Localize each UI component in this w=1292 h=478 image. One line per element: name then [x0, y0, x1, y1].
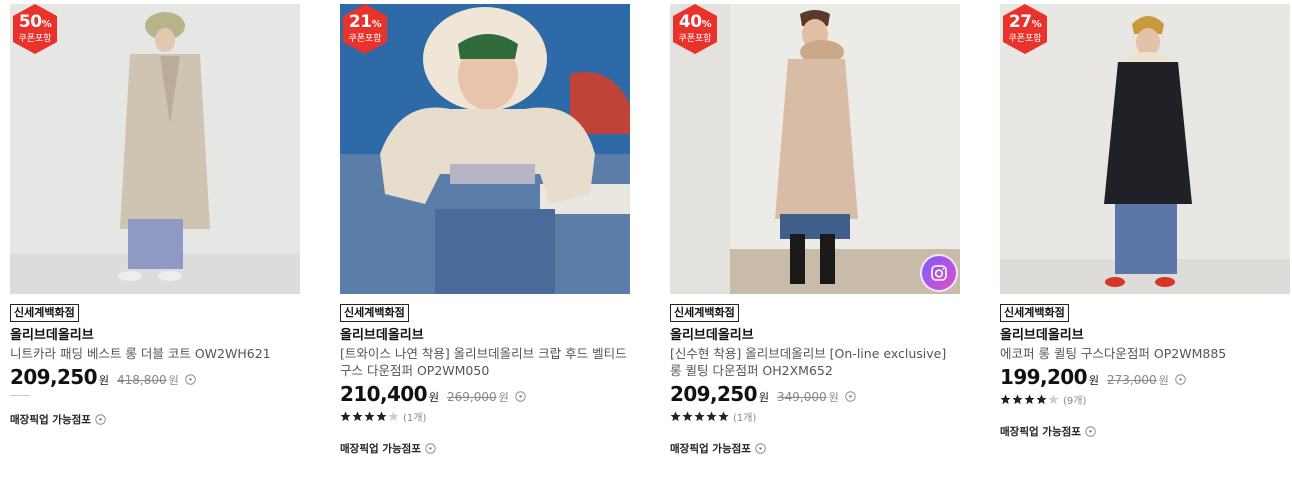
rating-row: (1개)	[340, 409, 630, 424]
circle-chevron-down-icon	[1085, 426, 1096, 437]
price-row: 209,250 원 349,000 원	[670, 382, 960, 406]
price-row: 210,400 원 269,000 원	[340, 382, 630, 406]
star-icon	[376, 411, 387, 421]
currency: 원	[758, 391, 770, 404]
coupon-label: 쿠폰포함	[678, 34, 712, 44]
review-count: (1개)	[403, 412, 427, 424]
product-image[interactable]: 27% 쿠폰포함	[1000, 4, 1290, 294]
store-pickup-link[interactable]: 매장픽업 가능점포	[1000, 424, 1290, 439]
product-name[interactable]: 니트카라 패딩 베스트 롱 더블 코트 OW2WH621	[10, 345, 300, 362]
star-icon	[706, 411, 717, 421]
star-rating	[670, 411, 730, 422]
discount-percent: 27%	[1008, 12, 1042, 32]
currency: 원	[98, 374, 110, 387]
original-price: 418,800	[117, 373, 167, 387]
store-tag: 신세계백화점	[670, 304, 739, 322]
currency: 원	[1088, 374, 1100, 387]
discount-badge: 27% 쿠폰포함	[1000, 4, 1050, 54]
pickup-label: 매장픽업 가능점포	[670, 443, 751, 455]
currency: 원	[428, 391, 440, 404]
original-currency: 원	[168, 374, 179, 387]
store-tag: 신세계백화점	[340, 304, 409, 322]
sale-price: 209,250	[10, 365, 98, 389]
discount-percent: 21%	[348, 12, 382, 32]
product-name[interactable]: 에코퍼 롱 퀼팅 구스다운점퍼 OP2WM885	[1000, 345, 1290, 362]
brand-name[interactable]: 올리브데올리브	[670, 327, 960, 344]
pickup-label: 매장픽업 가능점포	[1000, 426, 1081, 438]
product-card[interactable]: 50% 쿠폰포함 신세계백화점 올리브데올리브 니트카라 패딩 베스트 롱 더블…	[10, 4, 300, 427]
product-grid: 50% 쿠폰포함 신세계백화점 올리브데올리브 니트카라 패딩 베스트 롱 더블…	[0, 0, 1292, 478]
star-icon	[1048, 394, 1059, 404]
circle-chevron-down-icon[interactable]	[185, 374, 196, 385]
rating-row: (9개)	[1000, 392, 1290, 407]
price-row: 199,200 원 273,000 원	[1000, 365, 1290, 389]
original-price: 269,000	[447, 390, 497, 404]
star-icon	[682, 411, 693, 421]
brand-name[interactable]: 올리브데올리브	[1000, 327, 1290, 344]
divider	[10, 395, 30, 396]
original-price: 349,000	[777, 390, 827, 404]
sale-price: 199,200	[1000, 365, 1088, 389]
sale-price: 209,250	[670, 382, 758, 406]
star-icon	[718, 411, 729, 421]
product-name[interactable]: [트와이스 나연 착용] 올리브데올리브 크랍 후드 벨티드 구스 다운점퍼 O…	[340, 345, 630, 379]
product-image[interactable]: 21% 쿠폰포함	[340, 4, 630, 294]
star-icon	[670, 411, 681, 421]
sale-price: 210,400	[340, 382, 428, 406]
product-name[interactable]: [신수현 착용] 올리브데올리브 [On-line exclusive] 롱 퀼…	[670, 345, 960, 379]
brand-name[interactable]: 올리브데올리브	[340, 327, 630, 344]
star-rating	[340, 411, 400, 422]
circle-chevron-down-icon	[95, 414, 106, 425]
circle-chevron-down-icon[interactable]	[845, 391, 856, 402]
brand-name[interactable]: 올리브데올리브	[10, 327, 300, 344]
camera-review-icon[interactable]	[920, 254, 958, 292]
original-price: 273,000	[1107, 373, 1157, 387]
product-card[interactable]: 21% 쿠폰포함 신세계백화점 올리브데올리브 [트와이스 나연 착용] 올리브…	[340, 4, 630, 456]
price-row: 209,250 원 418,800 원	[10, 365, 300, 389]
star-icon	[388, 411, 399, 421]
product-card[interactable]: 40% 쿠폰포함 신세계백화점 올리브데올리브 [신수현 착용] 올리브데올리브…	[670, 4, 960, 456]
store-tag: 신세계백화점	[10, 304, 79, 322]
review-count: (9개)	[1063, 395, 1087, 407]
store-pickup-link[interactable]: 매장픽업 가능점포	[340, 441, 630, 456]
store-tag: 신세계백화점	[1000, 304, 1069, 322]
original-currency: 원	[1158, 374, 1169, 387]
store-pickup-link[interactable]: 매장픽업 가능점포	[10, 412, 300, 427]
star-icon	[352, 411, 363, 421]
product-image[interactable]: 40% 쿠폰포함	[670, 4, 960, 294]
product-card[interactable]: 27% 쿠폰포함 신세계백화점 올리브데올리브 에코퍼 롱 퀼팅 구스다운점퍼 …	[1000, 4, 1290, 439]
coupon-label: 쿠폰포함	[1008, 34, 1042, 44]
discount-percent: 40%	[678, 12, 712, 32]
star-rating	[1000, 394, 1060, 405]
star-icon	[1000, 394, 1011, 404]
discount-badge: 40% 쿠폰포함	[670, 4, 720, 54]
star-icon	[694, 411, 705, 421]
star-icon	[340, 411, 351, 421]
pickup-label: 매장픽업 가능점포	[10, 414, 91, 426]
pickup-label: 매장픽업 가능점포	[340, 443, 421, 455]
circle-chevron-down-icon	[425, 443, 436, 454]
product-image[interactable]: 50% 쿠폰포함	[10, 4, 300, 294]
circle-chevron-down-icon[interactable]	[1175, 374, 1186, 385]
discount-badge: 50% 쿠폰포함	[10, 4, 60, 54]
discount-badge: 21% 쿠폰포함	[340, 4, 390, 54]
circle-chevron-down-icon[interactable]	[515, 391, 526, 402]
original-currency: 원	[498, 391, 509, 404]
coupon-label: 쿠폰포함	[348, 34, 382, 44]
star-icon	[1012, 394, 1023, 404]
review-count: (1개)	[733, 412, 757, 424]
discount-percent: 50%	[18, 12, 52, 32]
original-currency: 원	[828, 391, 839, 404]
rating-row: (1개)	[670, 409, 960, 424]
circle-chevron-down-icon	[755, 443, 766, 454]
star-icon	[1024, 394, 1035, 404]
star-icon	[364, 411, 375, 421]
store-pickup-link[interactable]: 매장픽업 가능점포	[670, 441, 960, 456]
coupon-label: 쿠폰포함	[18, 34, 52, 44]
star-icon	[1036, 394, 1047, 404]
